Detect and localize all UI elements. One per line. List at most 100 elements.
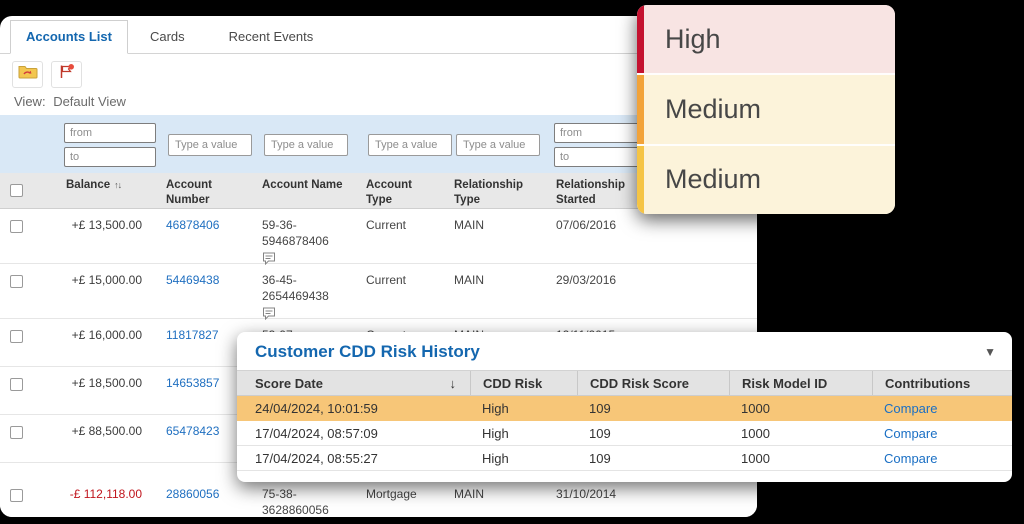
sort-descending-icon[interactable]: ↓ — [450, 376, 457, 391]
account-name-line1: 75-38- — [262, 487, 352, 503]
account-name-line2: 2654469438 — [262, 289, 352, 305]
account-name-line1: 59-36- — [262, 218, 352, 234]
risk-color-strip — [637, 146, 644, 214]
column-header-relationship-type[interactable]: Relationship Type — [446, 173, 548, 208]
risk-color-strip — [637, 5, 644, 73]
risk-model-id-cell: 1000 — [729, 426, 872, 441]
compare-link[interactable]: Compare — [884, 426, 937, 441]
column-header-cdd-risk-score[interactable]: CDD Risk Score — [577, 371, 729, 395]
risk-label: Medium — [665, 164, 761, 195]
account-number-link[interactable]: 54469438 — [166, 273, 219, 287]
cdd-table: Score Date ↓ CDD Risk CDD Risk Score Ris… — [237, 370, 1012, 471]
tab-recent-events[interactable]: Recent Events — [207, 21, 336, 53]
row-checkbox[interactable] — [10, 378, 23, 391]
column-header-cdd-risk[interactable]: CDD Risk — [470, 371, 577, 395]
cdd-risk-score-cell: 109 — [577, 426, 729, 441]
cdd-row[interactable]: 17/04/2024, 08:55:27 High 109 1000 Compa… — [237, 446, 1012, 471]
view-label: View: — [14, 94, 46, 109]
started-from-input[interactable] — [554, 123, 646, 143]
account-number-filter-input[interactable] — [168, 134, 252, 156]
relationship-started-cell: 07/06/2016 — [548, 209, 658, 263]
compare-link[interactable]: Compare — [884, 401, 937, 416]
risk-item-medium: Medium — [637, 146, 895, 214]
flag-icon — [58, 63, 75, 85]
cdd-risk-cell: High — [470, 426, 577, 441]
balance-cell: +£ 88,500.00 — [58, 415, 158, 462]
account-number-link[interactable]: 11817827 — [166, 328, 219, 342]
balance-to-input[interactable] — [64, 147, 156, 167]
account-type-cell: Current — [358, 209, 446, 263]
relationship-type-filter — [446, 115, 548, 173]
balance-cell: -£ 112,118.00 — [58, 463, 158, 517]
account-name-line2: 3628860056 — [262, 503, 352, 517]
risk-item-high: High — [637, 5, 895, 75]
account-row: +£ 13,500.00 46878406 59-36- 5946878406 … — [0, 209, 757, 264]
balance-cell: +£ 15,000.00 — [58, 264, 158, 318]
started-to-input[interactable] — [554, 147, 646, 167]
relationship-type-cell: MAIN — [446, 264, 548, 318]
select-all-checkbox[interactable] — [10, 184, 23, 197]
relationship-type-filter-input[interactable] — [456, 134, 540, 156]
column-header-account-name[interactable]: Account Name — [254, 173, 358, 208]
account-number-link[interactable]: 65478423 — [166, 424, 219, 438]
account-name-line2: 5946878406 — [262, 234, 352, 250]
risk-levels-card: High Medium Medium — [637, 5, 895, 214]
column-header-balance[interactable]: Balance — [66, 178, 110, 193]
balance-filter — [58, 115, 158, 173]
balance-from-input[interactable] — [64, 123, 156, 143]
account-number-link[interactable]: 14653857 — [166, 376, 219, 390]
cdd-risk-history-panel: Customer CDD Risk History ▼ Score Date ↓… — [237, 332, 1012, 482]
account-name-filter — [254, 115, 358, 173]
tab-accounts-list[interactable]: Accounts List — [10, 20, 128, 54]
account-number-link[interactable]: 28860056 — [166, 487, 219, 501]
cdd-panel-title: Customer CDD Risk History — [237, 332, 1012, 362]
account-row: +£ 15,000.00 54469438 36-45- 2654469438 … — [0, 264, 757, 319]
collapse-chevron-icon[interactable]: ▼ — [984, 345, 996, 359]
score-date-label: Score Date — [255, 376, 323, 391]
column-header-contributions[interactable]: Contributions — [872, 371, 1012, 395]
filter-spacer — [0, 115, 58, 173]
column-header-score-date[interactable]: Score Date ↓ — [237, 371, 470, 395]
cdd-row[interactable]: 17/04/2024, 08:57:09 High 109 1000 Compa… — [237, 421, 1012, 446]
balance-cell: +£ 18,500.00 — [58, 367, 158, 414]
account-name-line1: 36-45- — [262, 273, 352, 289]
folder-export-icon — [18, 64, 38, 85]
folder-export-button[interactable] — [12, 61, 43, 88]
balance-cell: +£ 13,500.00 — [58, 209, 158, 263]
row-checkbox[interactable] — [10, 330, 23, 343]
compare-link[interactable]: Compare — [884, 451, 937, 466]
row-checkbox[interactable] — [10, 275, 23, 288]
relationship-started-cell: 29/03/2016 — [548, 264, 658, 318]
column-header-account-type[interactable]: Account Type — [358, 173, 446, 208]
account-name-filter-input[interactable] — [264, 134, 348, 156]
tab-cards[interactable]: Cards — [128, 21, 207, 53]
row-checkbox[interactable] — [10, 489, 23, 502]
risk-label: High — [665, 24, 721, 55]
risk-model-id-cell: 1000 — [729, 451, 872, 466]
relationship-type-cell: MAIN — [446, 209, 548, 263]
column-header-account-number[interactable]: Account Number — [158, 173, 254, 208]
cdd-risk-cell: High — [470, 451, 577, 466]
account-number-filter — [158, 115, 254, 173]
account-type-filter — [358, 115, 446, 173]
flag-button[interactable] — [51, 61, 82, 88]
cdd-risk-cell: High — [470, 401, 577, 416]
cdd-risk-score-cell: 109 — [577, 401, 729, 416]
account-type-cell: Current — [358, 264, 446, 318]
cdd-table-header: Score Date ↓ CDD Risk CDD Risk Score Ris… — [237, 370, 1012, 396]
account-number-link[interactable]: 46878406 — [166, 218, 219, 232]
view-selector[interactable]: Default View — [53, 94, 126, 109]
column-header-risk-model-id[interactable]: Risk Model ID — [729, 371, 872, 395]
risk-label: Medium — [665, 94, 761, 125]
row-checkbox[interactable] — [10, 220, 23, 233]
score-date-cell: 24/04/2024, 10:01:59 — [237, 401, 470, 416]
sort-arrows-icon[interactable]: ↑↓ — [114, 178, 121, 192]
row-checkbox[interactable] — [10, 426, 23, 439]
cdd-row-selected[interactable]: 24/04/2024, 10:01:59 High 109 1000 Compa… — [237, 396, 1012, 421]
account-type-filter-input[interactable] — [368, 134, 452, 156]
balance-cell: +£ 16,000.00 — [58, 319, 158, 366]
score-date-cell: 17/04/2024, 08:55:27 — [237, 451, 470, 466]
risk-model-id-cell: 1000 — [729, 401, 872, 416]
cdd-risk-score-cell: 109 — [577, 451, 729, 466]
risk-item-medium: Medium — [637, 75, 895, 145]
